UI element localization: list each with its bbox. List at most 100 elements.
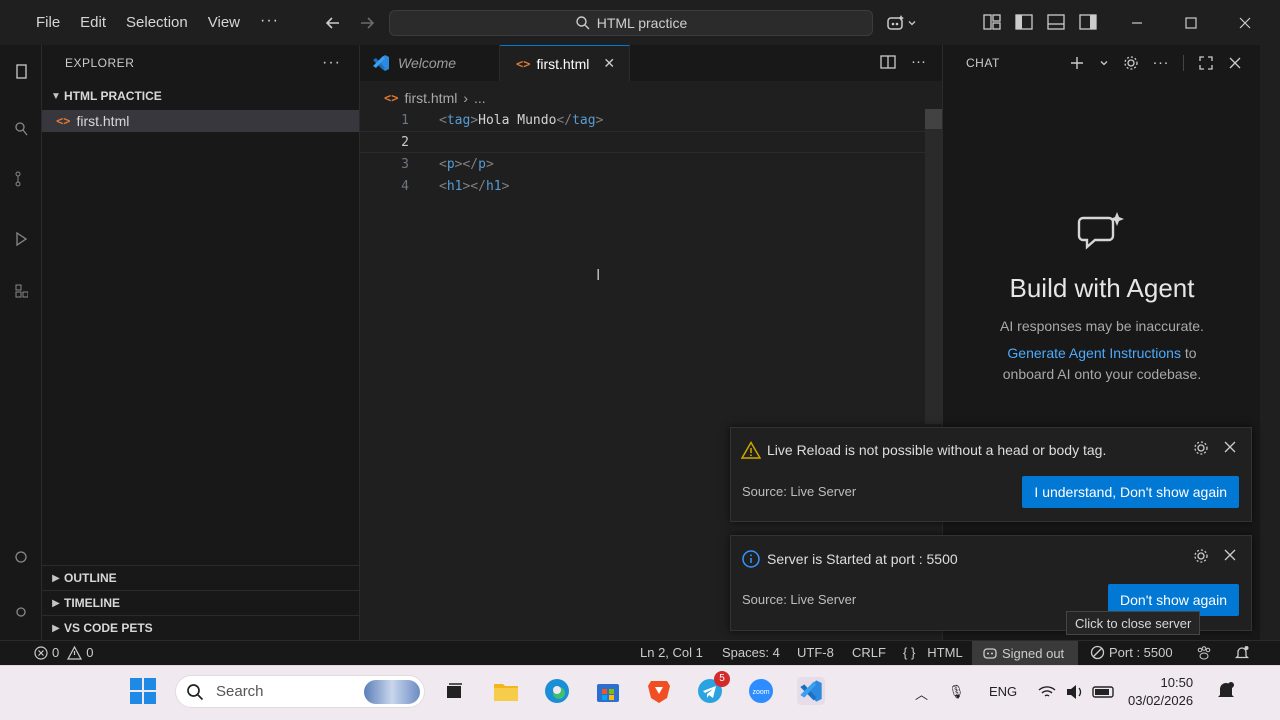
split-editor-icon[interactable] [879,53,897,71]
chat-onboard-text: onboard AI onto your codebase. [1002,366,1202,382]
forward-arrow-icon[interactable] [356,12,378,34]
line-content: <tag>Hola Mundo</tag> [439,113,603,128]
section-outline[interactable]: ▶ OUTLINE [42,565,360,590]
toggle-panel-icon[interactable] [1046,12,1066,32]
close-icon[interactable] [1228,56,1242,70]
info-icon [742,550,760,568]
explorer-more-button[interactable]: ··· [322,54,341,72]
code-line[interactable]: 2 [360,131,925,153]
folder-html-practice[interactable]: ▼ HTML PRACTICE [42,85,359,107]
search-icon[interactable] [14,120,28,138]
vscode-app[interactable] [797,677,825,705]
breadcrumb-file[interactable]: first.html [404,90,457,106]
clock-date: 03/02/2026 [1128,693,1194,708]
close-window-button[interactable] [1218,8,1272,38]
manage-gear-icon[interactable] [14,603,28,621]
html-file-icon: <> [56,114,71,128]
cursor-position[interactable]: Ln 2, Col 1 [640,645,703,660]
toggle-secondary-sidebar-icon[interactable] [1078,12,1098,32]
maximize-panel-icon[interactable] [1198,55,1214,71]
gear-icon[interactable] [1123,55,1139,71]
end-of-line[interactable]: CRLF [852,645,886,660]
html-file-icon: <> [516,56,531,71]
editor-more-button[interactable]: ··· [911,53,926,71]
close-icon[interactable] [1223,440,1237,454]
extensions-icon[interactable] [14,283,28,301]
editor-scroll-thumb[interactable] [925,109,942,129]
close-tab-icon[interactable]: ✕ [603,55,615,72]
indentation[interactable]: Spaces: 4 [722,645,780,660]
file-explorer-app[interactable] [492,677,520,705]
chat-more-button[interactable]: ··· [1153,54,1170,71]
tray-chevron-up-icon[interactable]: ︿ [915,684,928,703]
text-token: Hola Mundo [478,112,557,128]
gear-icon[interactable] [1193,548,1209,564]
code-editor[interactable]: 1 <tag>Hola Mundo</tag> 2 3 <p></p> 4 <h1></h1… [360,109,925,197]
back-arrow-icon[interactable] [322,12,344,34]
gear-icon[interactable] [1193,440,1209,456]
menu-view[interactable]: View [198,10,250,35]
punctuation-token: > [595,112,604,128]
system-clock[interactable]: 10:50 03/02/2026 [1128,674,1193,710]
understand-dont-show-button[interactable]: I understand, Don't show again [1022,476,1239,508]
file-item-first-html[interactable]: <> first.html [42,110,359,132]
line-content: <h1></h1> [439,179,509,194]
generate-instructions-link[interactable]: Generate Agent Instructions [1007,345,1181,361]
input-language[interactable]: ENG [989,684,1017,699]
command-center-search[interactable]: HTML practice [389,10,873,36]
chevron-down-icon[interactable] [1099,58,1109,68]
problems-status[interactable]: 0 0 [34,645,93,660]
vscode-icon [373,55,389,71]
notification-center-icon[interactable] [1217,681,1235,704]
menu-file[interactable]: File [26,10,70,35]
breadcrumb-rest[interactable]: ... [474,90,486,106]
language-mode[interactable]: { } HTML [903,645,963,660]
minimize-button[interactable] [1110,8,1164,38]
warning-count: 0 [86,645,94,660]
brave-app[interactable] [645,677,673,705]
taskbar-search[interactable]: Search [175,675,425,708]
store-app[interactable] [594,677,622,705]
accounts-status[interactable]: Signed out [982,645,1064,661]
files-icon[interactable] [14,63,28,81]
close-icon[interactable] [1223,548,1237,562]
new-chat-icon[interactable] [1069,55,1085,71]
telegram-app[interactable]: 5 [696,671,730,705]
section-timeline[interactable]: ▶ TIMELINE [42,590,360,615]
source-control-icon[interactable] [14,170,28,188]
task-view-button[interactable] [440,677,468,705]
explorer-sidebar: EXPLORER ··· ▼ HTML PRACTICE <> first.ht… [42,45,360,640]
copilot-button[interactable] [886,12,922,34]
chevron-down-icon [908,21,916,26]
microphone-icon[interactable]: 🎙 [948,684,965,700]
tray-status-icons[interactable] [1037,682,1117,705]
text-cursor-icon: I [596,267,601,284]
toggle-primary-sidebar-icon[interactable] [1014,12,1034,32]
maximize-button[interactable] [1164,8,1218,38]
section-vscode-pets[interactable]: ▶ VS CODE PETS [42,615,360,640]
run-debug-icon[interactable] [14,230,28,248]
tag-name-token: h1 [446,178,463,194]
menu-more-button[interactable]: ··· [250,10,289,35]
pets-status[interactable] [1196,645,1212,661]
edge-app[interactable] [543,677,571,705]
punctuation-token: </ [556,112,573,128]
tab-first-html[interactable]: <> first.html ✕ [500,45,630,81]
zoom-app[interactable]: zoom [747,677,775,705]
code-line[interactable]: 4 <h1></h1> [360,175,925,197]
windows-start-button[interactable] [129,677,157,705]
code-line[interactable]: 3 <p></p> [360,153,925,175]
encoding[interactable]: UTF-8 [797,645,834,660]
editor-scrollbar[interactable] [925,109,942,424]
line-number: 3 [401,156,409,172]
live-server-port[interactable]: Port : 5500 [1090,645,1173,660]
accounts-icon[interactable] [14,550,28,568]
breadcrumb: <> first.html › ... [360,87,942,109]
code-line[interactable]: 1 <tag>Hola Mundo</tag> [360,109,925,131]
customize-layout-icon[interactable] [982,12,1002,32]
tab-welcome[interactable]: Welcome [360,45,500,81]
notifications-status[interactable] [1234,645,1250,661]
menu-edit[interactable]: Edit [70,10,116,35]
menu-selection[interactable]: Selection [116,10,198,35]
chat-header: CHAT ··· [943,45,1260,81]
